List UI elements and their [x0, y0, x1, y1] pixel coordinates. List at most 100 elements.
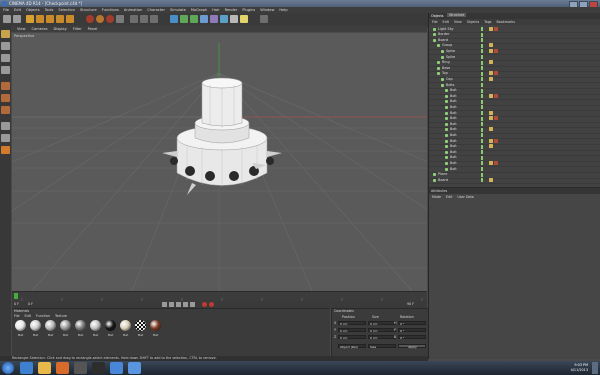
visibility-toggle-icon[interactable] — [481, 83, 483, 87]
object-name[interactable]: Bolt — [450, 122, 457, 126]
visibility-toggle-icon[interactable] — [481, 150, 483, 155]
edges-mode-icon[interactable] — [1, 94, 10, 102]
object-name[interactable]: Bolt — [450, 144, 457, 148]
size-field[interactable]: 0 cm — [368, 321, 396, 326]
live-selection-icon[interactable] — [26, 15, 34, 23]
rotation-field[interactable]: 0 ° — [398, 321, 426, 326]
object-name[interactable]: Group — [442, 43, 452, 47]
object-name[interactable]: Bolt — [450, 133, 457, 137]
visibility-toggle-icon[interactable] — [481, 27, 483, 31]
points-mode-icon[interactable] — [1, 82, 10, 90]
make-editable-icon[interactable] — [1, 30, 10, 38]
material-tag-icon[interactable] — [489, 76, 493, 81]
coordinate-system-icon[interactable] — [116, 15, 124, 23]
materials-menu-edit[interactable]: Edit — [25, 314, 31, 318]
object-name[interactable]: Bolt — [450, 116, 457, 120]
viewport-menu-cameras[interactable]: Cameras — [32, 27, 48, 31]
material-tag-icon[interactable] — [489, 71, 493, 76]
firefox-taskbar-icon[interactable] — [56, 362, 69, 374]
material-tag-icon[interactable] — [494, 26, 498, 31]
position-field[interactable]: 0 cm — [338, 321, 366, 326]
z-axis-lock-icon[interactable] — [106, 15, 114, 23]
y-axis-lock-icon[interactable] — [96, 15, 104, 23]
visibility-toggle-icon[interactable] — [481, 99, 483, 104]
app-taskbar-icon[interactable] — [92, 362, 105, 374]
visibility-toggle-icon[interactable] — [481, 133, 483, 138]
size-field[interactable]: 0 cm — [368, 328, 396, 333]
object-name[interactable]: Bolt — [450, 155, 457, 159]
menu-character[interactable]: Character — [147, 8, 165, 12]
menu-mograph[interactable]: MoGraph — [191, 8, 207, 12]
visibility-toggle-icon[interactable] — [481, 172, 483, 177]
object-name[interactable]: Bolt — [450, 167, 457, 171]
object-name[interactable]: Bolt — [450, 161, 457, 165]
attributes-tab[interactable]: Attributes — [431, 189, 447, 193]
render-picture-viewer-icon[interactable] — [140, 15, 148, 23]
record-icon[interactable] — [202, 302, 207, 307]
material-tag-icon[interactable] — [494, 48, 498, 53]
menu-file[interactable]: File — [3, 8, 9, 12]
visibility-toggle-icon[interactable] — [481, 49, 483, 54]
materials-menu-texture[interactable]: Texture — [55, 314, 67, 318]
rotation-field[interactable]: 0 ° — [398, 328, 426, 333]
light-icon[interactable] — [240, 15, 248, 23]
x-axis-lock-icon[interactable] — [86, 15, 94, 23]
visibility-toggle-icon[interactable] — [481, 105, 483, 110]
camera-icon[interactable] — [230, 15, 238, 23]
attributes-menu-edit[interactable]: Edit — [446, 195, 452, 199]
object-name[interactable]: Border — [438, 32, 449, 36]
position-field[interactable]: 0 cm — [338, 335, 366, 340]
object-name[interactable]: Ring — [442, 60, 450, 64]
tweak-mode-icon[interactable] — [1, 134, 10, 142]
timeline-end-field[interactable]: 90 F — [407, 302, 414, 306]
step-forward-icon[interactable] — [183, 302, 188, 307]
objects-menu-tags[interactable]: Tags — [484, 20, 491, 24]
structure-tab[interactable]: Structure — [447, 13, 467, 17]
material-tag-icon[interactable] — [494, 71, 498, 76]
viewport-menu-panel[interactable]: Panel — [88, 27, 98, 31]
menu-plugins[interactable]: Plugins — [242, 8, 255, 12]
cinema4d-taskbar-icon[interactable] — [128, 362, 141, 374]
objects-tab[interactable]: Objects — [431, 14, 443, 18]
objects-menu-edit[interactable]: Edit — [443, 20, 449, 24]
object-name[interactable]: Light Sky — [438, 27, 454, 31]
material-name[interactable]: Mat — [90, 333, 101, 337]
menu-edit[interactable]: Edit — [14, 8, 21, 12]
material-tag-icon[interactable] — [489, 60, 493, 65]
objects-menu-file[interactable]: File — [432, 20, 438, 24]
menu-animation[interactable]: Animation — [124, 8, 142, 12]
render-settings-icon[interactable] — [150, 15, 158, 23]
menu-render[interactable]: Render — [225, 8, 238, 12]
visibility-toggle-icon[interactable] — [481, 43, 483, 48]
material-name[interactable]: Mat — [45, 333, 56, 337]
rotate-icon[interactable] — [56, 15, 64, 23]
material-tag-icon[interactable] — [489, 26, 493, 31]
material-tag-icon[interactable] — [494, 116, 498, 121]
play-icon[interactable] — [176, 302, 181, 307]
visibility-toggle-icon[interactable] — [481, 139, 483, 143]
material-name[interactable]: Mat — [15, 333, 26, 337]
redo-icon[interactable] — [13, 15, 21, 23]
floor-icon[interactable] — [220, 15, 228, 23]
pen-spline-icon[interactable] — [180, 15, 188, 23]
material-swatch[interactable] — [75, 320, 86, 331]
skype-taskbar-icon[interactable] — [110, 362, 123, 374]
material-tag-icon[interactable] — [489, 93, 493, 98]
visibility-toggle-icon[interactable] — [481, 60, 483, 65]
visibility-toggle-icon[interactable] — [481, 77, 483, 82]
visibility-toggle-icon[interactable] — [481, 111, 483, 115]
visibility-toggle-icon[interactable] — [481, 161, 483, 166]
deformer-icon[interactable] — [210, 15, 218, 23]
material-tag-icon[interactable] — [489, 43, 493, 48]
object-name[interactable]: Top — [442, 71, 448, 75]
autokey-icon[interactable] — [209, 302, 214, 307]
undo-icon[interactable] — [3, 15, 11, 23]
material-tag-icon[interactable] — [489, 48, 493, 53]
material-tag-icon[interactable] — [489, 177, 493, 182]
object-name[interactable]: Bolt — [450, 139, 457, 143]
visibility-toggle-icon[interactable] — [481, 94, 483, 99]
object-name[interactable]: Spike — [446, 49, 455, 53]
menu-window[interactable]: Window — [260, 8, 274, 12]
visibility-toggle-icon[interactable] — [481, 167, 483, 171]
model-mode-icon[interactable] — [1, 42, 10, 50]
